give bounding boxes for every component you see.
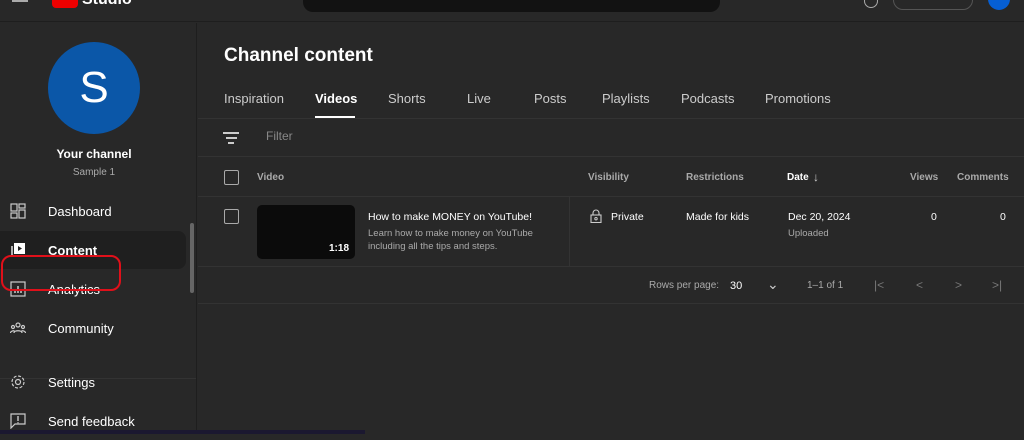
column-restrictions[interactable]: Restrictions [686, 172, 744, 183]
tab-promotions[interactable]: Promotions [765, 91, 831, 106]
sidebar: S Your channel Sample 1 Dashboard Conten… [0, 23, 197, 434]
next-page-icon[interactable]: > [955, 278, 962, 292]
sidebar-scrollbar[interactable] [190, 223, 194, 293]
lock-icon [590, 209, 602, 223]
community-icon [10, 322, 26, 334]
channel-label: Your channel [56, 147, 132, 161]
sort-down-arrow-icon[interactable]: ↓ [813, 170, 819, 184]
sidebar-item-label: Community [48, 320, 114, 336]
sidebar-item-label: Dashboard [48, 203, 112, 219]
video-duration: 1:18 [328, 243, 349, 254]
main-content: Channel content Inspiration Videos Short… [198, 23, 1024, 434]
filter-row [198, 119, 1024, 157]
column-video: Video [257, 172, 285, 183]
tab-shorts[interactable]: Shorts [388, 91, 426, 106]
video-thumbnail[interactable]: 1:18 [257, 205, 355, 259]
column-divider [569, 197, 570, 267]
avatar-letter: S [79, 63, 109, 112]
date-value: Dec 20, 2024 [788, 211, 851, 223]
filter-input[interactable] [266, 129, 566, 143]
tab-bar: Inspiration Videos Shorts Live Posts Pla… [198, 83, 1024, 119]
tab-videos[interactable]: Videos [315, 91, 357, 106]
column-views[interactable]: Views [910, 172, 938, 183]
channel-avatar[interactable]: S [48, 42, 140, 134]
tab-live[interactable]: Live [467, 91, 491, 106]
help-icon[interactable] [864, 0, 878, 8]
column-date[interactable]: Date [787, 172, 809, 183]
sidebar-item-community[interactable]: Community [0, 309, 186, 347]
tab-podcasts[interactable]: Podcasts [681, 91, 734, 106]
active-tab-indicator [315, 116, 355, 118]
column-visibility[interactable]: Visibility [588, 172, 629, 183]
dashboard-icon [10, 203, 26, 219]
menu-icon[interactable] [12, 0, 28, 2]
content-highlight-annotation [1, 255, 121, 291]
column-comments[interactable]: Comments [957, 172, 1009, 183]
table-row[interactable]: 1:18 How to make MONEY on YouTube! Learn… [198, 197, 1024, 267]
tab-posts[interactable]: Posts [534, 91, 567, 106]
tab-inspiration[interactable]: Inspiration [224, 91, 284, 106]
select-all-checkbox[interactable] [224, 170, 239, 185]
top-bar: Studio [0, 0, 1024, 22]
video-title[interactable]: How to make MONEY on YouTube! [368, 211, 532, 223]
row-checkbox[interactable] [224, 209, 239, 224]
pagination: Rows per page: 30 ⌄ 1–1 of 1 |< < > >| [198, 268, 1024, 304]
page-title: Channel content [224, 45, 373, 66]
video-description: Learn how to make money on YouTube inclu… [368, 228, 533, 252]
sidebar-item-dashboard[interactable]: Dashboard [0, 192, 186, 230]
tab-playlists[interactable]: Playlists [602, 91, 650, 106]
comments-value: 0 [1000, 211, 1006, 223]
last-page-icon[interactable]: >| [992, 278, 1002, 292]
feedback-icon [10, 413, 26, 429]
sidebar-item-label: Settings [48, 374, 95, 390]
rows-per-page-select[interactable]: 30 [730, 280, 742, 292]
sidebar-item-label: Send feedback [48, 413, 135, 429]
first-page-icon[interactable]: |< [874, 278, 884, 292]
youtube-logo-icon[interactable] [52, 0, 78, 8]
views-value: 0 [931, 211, 937, 223]
channel-name: Sample 1 [72, 167, 116, 178]
chevron-down-icon[interactable]: ⌄ [767, 276, 779, 293]
create-button[interactable] [893, 0, 973, 10]
visibility-value[interactable]: Private [611, 211, 644, 223]
search-bar[interactable] [303, 0, 720, 12]
sidebar-item-send-feedback[interactable]: Send feedback [0, 402, 186, 440]
date-status: Uploaded [788, 228, 829, 239]
sidebar-item-settings[interactable]: Settings [0, 363, 186, 401]
gear-icon [11, 375, 25, 389]
restrictions-value: Made for kids [686, 211, 750, 223]
filter-icon[interactable] [223, 132, 239, 147]
account-avatar[interactable] [988, 0, 1010, 10]
previous-page-icon[interactable]: < [916, 278, 923, 292]
logo-text: Studio [82, 0, 132, 9]
rows-per-page-label: Rows per page: [649, 280, 720, 291]
page-range: 1–1 of 1 [807, 280, 844, 291]
table-header: Video Visibility Restrictions Date ↓ Vie… [198, 157, 1024, 197]
